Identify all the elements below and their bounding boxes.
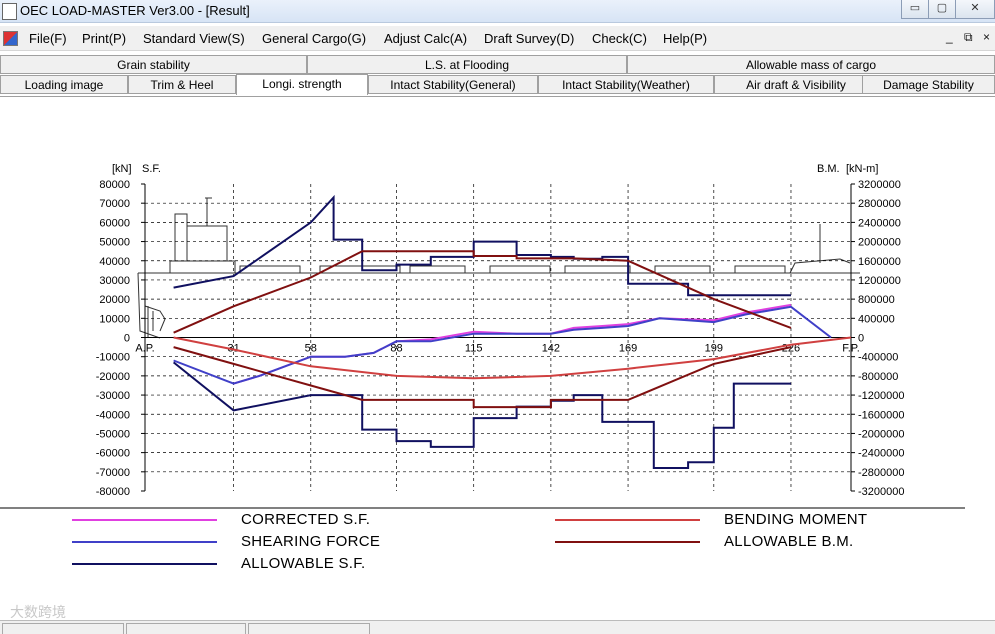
right-tick-label: 1600000 — [858, 256, 901, 268]
x-tick-label: 58 — [305, 343, 317, 355]
right-tick-label: -1600000 — [858, 409, 905, 421]
legend-label-bending-moment: BENDING MOMENT — [724, 511, 868, 528]
watermark: 大数跨境 — [10, 604, 66, 620]
mdi-close-button[interactable]: × — [983, 30, 990, 44]
right-tick-label: -400000 — [858, 352, 898, 364]
title-bar: OEC LOAD-MASTER Ver3.00 - [Result] ▭ ▢ ✕ — [0, 0, 995, 23]
tab-intact-stability-weather[interactable]: Intact Stability(Weather) — [538, 75, 714, 94]
right-tick-label: 3200000 — [858, 179, 901, 191]
left-tick-label: -10000 — [96, 352, 130, 364]
left-axis-unit: [kN] — [112, 163, 132, 175]
app-icon — [2, 3, 17, 20]
left-tick-label: -80000 — [96, 486, 130, 498]
status-pane — [126, 623, 246, 634]
x-tick-label: 115 — [465, 343, 483, 355]
right-tick-label: -2000000 — [858, 428, 905, 440]
status-bar — [0, 620, 995, 634]
x-tick-label: 142 — [542, 343, 560, 355]
legend-label-allowable-sf: ALLOWABLE S.F. — [241, 555, 366, 572]
left-tick-label: 0 — [124, 333, 130, 345]
left-tick-label: 10000 — [99, 313, 130, 325]
tab-ls-at-flooding[interactable]: L.S. at Flooding — [307, 55, 627, 74]
right-tick-label: -1200000 — [858, 390, 905, 402]
close-button[interactable]: ✕ — [955, 0, 995, 19]
tab-damage-stability[interactable]: Damage Stability — [862, 75, 995, 94]
left-tick-label: 50000 — [99, 237, 130, 249]
legend-label-corrected-sf: CORRECTED S.F. — [241, 511, 371, 528]
right-tick-label: 2000000 — [858, 237, 901, 249]
right-axis-unit: [kN-m] — [846, 163, 878, 175]
left-tick-label: 80000 — [99, 179, 130, 191]
left-tick-label: 60000 — [99, 217, 130, 229]
left-tick-label: -50000 — [96, 428, 130, 440]
chart-series — [172, 194, 852, 469]
left-tick-label: -40000 — [96, 409, 130, 421]
series-line-2 — [173, 194, 791, 297]
left-tick-label: 40000 — [99, 256, 130, 268]
right-tick-label: 1200000 — [858, 275, 901, 287]
right-tick-label: -3200000 — [858, 486, 905, 498]
legend-label-allowable-bm: ALLOWABLE B.M. — [724, 533, 854, 550]
right-tick-label: 800000 — [858, 294, 895, 306]
menu-general-cargo[interactable]: General Cargo(G) — [262, 31, 366, 46]
menu-standard-view[interactable]: Standard View(S) — [143, 31, 245, 46]
right-tick-label: 400000 — [858, 313, 895, 325]
longi-strength-panel: 80000 70000 60000 50000 40000 30000 20000 10000… — [0, 96, 995, 620]
menu-print[interactable]: Print(P) — [82, 31, 126, 46]
left-tick-label: 30000 — [99, 275, 130, 287]
right-tick-label: 2800000 — [858, 198, 901, 210]
tab-air-draft-visibility[interactable]: Air draft & Visibility — [714, 75, 878, 94]
tab-grain-stability[interactable]: Grain stability — [0, 55, 307, 74]
left-tick-label: -60000 — [96, 448, 130, 460]
chart-legend — [72, 519, 700, 565]
menu-check[interactable]: Check(C) — [592, 31, 647, 46]
left-tick-label: -70000 — [96, 467, 130, 479]
menu-bar: File(F) Print(P) Standard View(S) Genera… — [0, 26, 995, 51]
status-pane — [248, 623, 370, 634]
left-tick-label: 20000 — [99, 294, 130, 306]
chart-axes: 80000 70000 60000 50000 40000 30000 20000 10000… — [96, 179, 905, 498]
maximize-button[interactable]: ▢ — [928, 0, 956, 19]
x-tick-label: 169 — [619, 343, 637, 355]
series-line-4 — [173, 336, 852, 380]
menu-file[interactable]: File(F) — [29, 31, 67, 46]
tab-loading-image[interactable]: Loading image — [0, 75, 128, 94]
right-tick-label: -2400000 — [858, 448, 905, 460]
window-title: OEC LOAD-MASTER Ver3.00 - [Result] — [20, 3, 250, 18]
mdi-minimize-button[interactable]: _ — [946, 30, 953, 44]
left-tick-label: -20000 — [96, 371, 130, 383]
right-axis-label: B.M. — [817, 163, 840, 175]
right-tick-label: 2400000 — [858, 217, 901, 229]
menu-draft-survey[interactable]: Draft Survey(D) — [484, 31, 574, 46]
minimize-button[interactable]: ▭ — [901, 0, 929, 19]
menu-help[interactable]: Help(P) — [663, 31, 707, 46]
x-tick-label: 199 — [705, 343, 723, 355]
tab-allowable-mass-of-cargo[interactable]: Allowable mass of cargo — [627, 55, 995, 74]
left-tick-label: -30000 — [96, 390, 130, 402]
right-tick-label: -800000 — [858, 371, 898, 383]
tab-longi-strength[interactable]: Longi. strength — [236, 74, 368, 95]
mdi-restore-button[interactable]: ⧉ — [964, 30, 973, 45]
tab-trim-heel[interactable]: Trim & Heel — [128, 75, 236, 94]
left-axis-label: S.F. — [142, 163, 161, 175]
right-tick-label: -2800000 — [858, 467, 905, 479]
left-tick-label: 70000 — [99, 198, 130, 210]
menu-adjust-calc[interactable]: Adjust Calc(A) — [384, 31, 467, 46]
legend-label-shearing-force: SHEARING FORCE — [241, 533, 381, 550]
document-icon[interactable] — [3, 31, 18, 46]
tab-intact-stability-general[interactable]: Intact Stability(General) — [368, 75, 538, 94]
status-pane — [2, 623, 124, 634]
